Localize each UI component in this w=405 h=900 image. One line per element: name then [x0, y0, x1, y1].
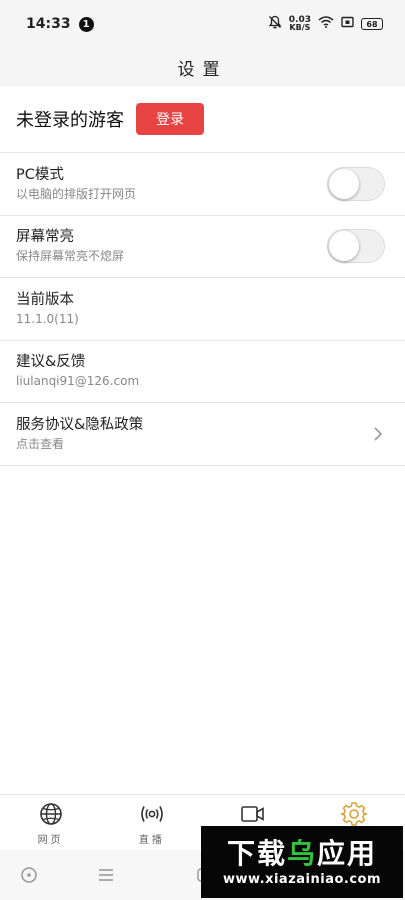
globe-icon [38, 801, 64, 827]
setting-title: 当前版本 [16, 291, 74, 308]
login-button[interactable]: 登录 [136, 103, 204, 135]
status-icons: 0.03 KB/S 68 [268, 15, 383, 33]
setting-privacy-policy[interactable]: 服务协议&隐私政策 点击查看 [0, 403, 405, 466]
guest-label: 未登录的游客 [16, 110, 124, 131]
setting-feedback[interactable]: 建议&反馈 liulanqi91@126.com [0, 341, 405, 403]
setting-title: 建议&反馈 [16, 354, 86, 371]
screen-cast-icon [341, 16, 354, 32]
gear-icon [341, 801, 368, 827]
setting-keep-screen-on: 屏幕常亮 保持屏幕常亮不熄屏 [0, 216, 405, 278]
mute-bell-icon [268, 15, 282, 33]
pc-mode-toggle[interactable] [327, 166, 385, 201]
broadcast-icon [139, 801, 165, 827]
tab-live[interactable]: 直播 [101, 795, 202, 850]
battery-indicator: 68 [361, 18, 383, 30]
page-title: 设置 [177, 59, 228, 80]
setting-subtitle: liulanqi91@126.com [16, 374, 140, 389]
video-camera-icon [240, 801, 266, 827]
setting-title: 屏幕常亮 [16, 229, 74, 246]
toggle-knob [329, 168, 359, 199]
keep-screen-on-toggle[interactable] [327, 229, 385, 264]
tab-label: 直播 [138, 835, 165, 846]
watermark-url: www.xiazainiao.com [222, 872, 382, 887]
title-bar: 设置 [0, 48, 405, 86]
status-time: 14:33 [26, 16, 71, 32]
assistant-circle-icon[interactable] [15, 861, 43, 889]
chevron-right-icon [371, 426, 385, 442]
notification-badge: 1 [78, 16, 94, 32]
setting-version: 当前版本 11.1.0(11) [0, 278, 405, 341]
setting-title: PC模式 [16, 166, 64, 183]
toggle-knob [329, 231, 359, 262]
setting-subtitle: 保持屏幕常亮不熄屏 [16, 249, 125, 264]
account-row: 未登录的游客 登录 [0, 86, 405, 153]
setting-subtitle: 以电脑的排版打开网页 [16, 186, 137, 201]
setting-subtitle: 11.1.0(11) [16, 311, 79, 326]
wifi-icon [318, 16, 334, 32]
watermark-brand: 下载乌应用 [226, 837, 378, 870]
menu-lines-icon[interactable] [92, 861, 120, 889]
status-bar: 14:33 1 0.03 KB/S 68 [0, 0, 405, 48]
setting-title: 服务协议&隐私政策 [16, 416, 144, 433]
setting-subtitle: 点击查看 [16, 436, 65, 451]
tab-label: 网页 [37, 835, 64, 846]
watermark-logo: 下载乌应用 www.xiazainiao.com [201, 826, 403, 898]
setting-pc-mode: PC模式 以电脑的排版打开网页 [0, 153, 405, 216]
settings-list: PC模式 以电脑的排版打开网页 屏幕常亮 保持屏幕常亮不熄屏 当前版本 11.1… [0, 153, 405, 466]
tab-web[interactable]: 网页 [0, 795, 101, 850]
network-speed: 0.03 KB/S [288, 15, 311, 32]
